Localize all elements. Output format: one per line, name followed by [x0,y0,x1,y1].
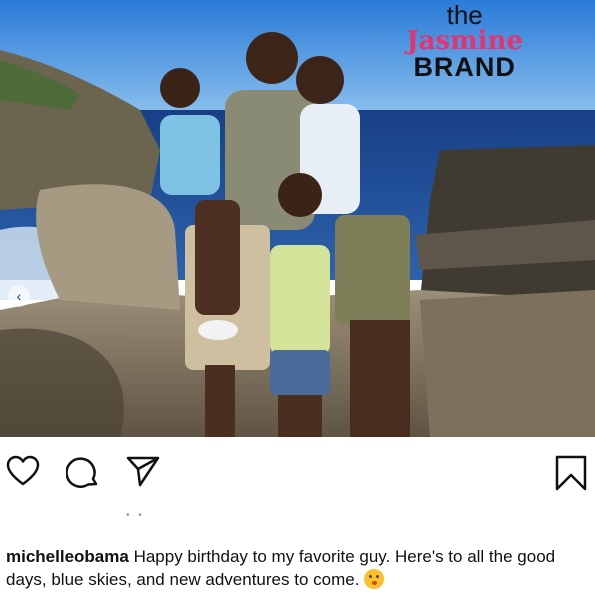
post-actions-bar [0,437,595,507]
post-caption: michelleobama Happy birthday to my favor… [6,545,591,591]
share-button[interactable] [126,455,160,487]
carousel-indicator: • • [126,510,145,521]
chevron-left-icon: ‹ [16,288,22,304]
post-photo[interactable]: the Jasmine BRAND ‹ [0,0,595,437]
kissing-face-emoji-icon [364,569,385,589]
like-button[interactable] [6,455,40,487]
family-photo-illustration [0,0,595,437]
comment-button[interactable] [66,455,100,489]
comment-icon [66,457,98,488]
heart-icon [6,455,40,486]
caption-username[interactable]: michelleobama [6,547,129,566]
bookmark-icon [555,455,587,491]
send-icon [126,456,160,487]
save-button[interactable] [555,455,587,491]
carousel-prev-button[interactable]: ‹ [8,285,30,307]
